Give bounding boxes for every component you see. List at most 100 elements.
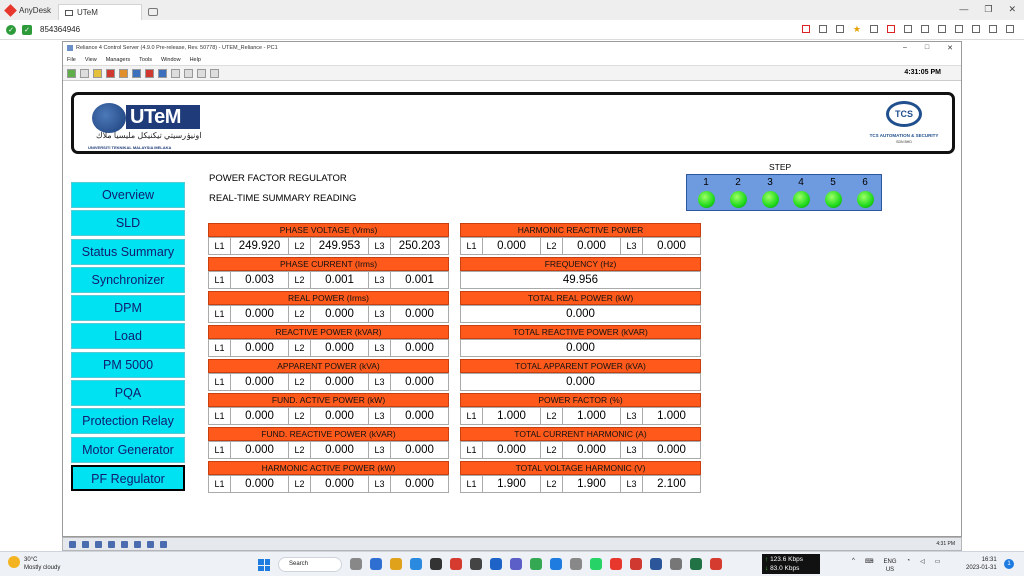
remote-app-icon[interactable]: [95, 540, 102, 548]
menu-file[interactable]: File: [67, 57, 76, 63]
remote-app-icon[interactable]: [108, 540, 115, 548]
nav-protection-relay[interactable]: Protection Relay: [71, 408, 185, 435]
settings-icon[interactable]: [210, 68, 219, 78]
remote-start-icon[interactable]: [69, 540, 76, 548]
edge-icon[interactable]: [550, 558, 562, 570]
remote-id[interactable]: 854364946: [40, 25, 80, 34]
app-icon[interactable]: [450, 558, 462, 570]
nav-motor-generator[interactable]: Motor Generator: [71, 436, 185, 463]
minimize-icon[interactable]: —: [959, 4, 968, 15]
app-icon[interactable]: [710, 558, 722, 570]
phase-label: L3: [369, 476, 391, 492]
weather-widget[interactable]: 30°C Mostly cloudy: [8, 556, 60, 572]
nav-overview[interactable]: Overview: [71, 182, 185, 208]
display-icon[interactable]: [887, 25, 895, 33]
monitor-select-icon[interactable]: [989, 25, 997, 33]
remote-app-icon[interactable]: [160, 540, 167, 548]
menu-window[interactable]: Window: [161, 57, 181, 63]
maximize-icon[interactable]: ❐: [984, 4, 992, 15]
remote-app-icon[interactable]: [147, 540, 154, 548]
panel-harmonic-reactive-power: HARMONIC REACTIVE POWER L1 0.000 L2 0.000 …: [460, 223, 701, 255]
phase-label: L1: [209, 408, 231, 424]
word-icon[interactable]: [650, 558, 662, 570]
file-explorer-icon[interactable]: [390, 558, 402, 570]
app-maximize-icon[interactable]: □: [925, 44, 929, 52]
whatsapp-icon[interactable]: [590, 558, 602, 570]
nav-status-summary[interactable]: Status Summary: [71, 238, 185, 265]
run-icon[interactable]: [67, 68, 76, 78]
file-icon[interactable]: [870, 25, 878, 33]
report-icon[interactable]: [158, 68, 167, 78]
menu-managers[interactable]: Managers: [106, 57, 130, 63]
panel-title: TOTAL REACTIVE POWER (kVAR): [460, 325, 701, 339]
keyboard-icon[interactable]: ⌨: [865, 558, 874, 574]
volume-icon[interactable]: ◁: [920, 558, 925, 574]
menu-tools[interactable]: Tools: [139, 57, 152, 63]
close-icon[interactable]: ✕: [1008, 4, 1016, 15]
nav-sld[interactable]: SLD: [71, 210, 185, 237]
chevron-up-icon[interactable]: ^: [852, 558, 855, 574]
acrobat-icon[interactable]: [630, 558, 642, 570]
chart-icon[interactable]: [132, 68, 141, 78]
print-icon[interactable]: [197, 68, 206, 78]
nav-load[interactable]: Load: [71, 323, 185, 350]
remote-app-icon[interactable]: [82, 540, 89, 548]
app-close-icon[interactable]: ✕: [947, 44, 953, 52]
hourglass-icon[interactable]: [818, 25, 827, 33]
phase-value: 250.203: [398, 240, 441, 252]
chrome-icon[interactable]: [530, 558, 542, 570]
panel-title: APPARENT POWER (kVA): [208, 359, 449, 373]
panel-values: L1 0.000 L2 0.000 L3 0.000: [208, 373, 449, 391]
outlook-icon[interactable]: [490, 558, 502, 570]
clipboard-icon[interactable]: [904, 25, 912, 33]
record-icon[interactable]: [106, 68, 115, 78]
message-icon[interactable]: [921, 25, 929, 33]
chat-icon[interactable]: [801, 25, 810, 33]
nav-pf-regulator[interactable]: PF Regulator: [71, 464, 185, 491]
alarm-icon[interactable]: [119, 68, 128, 78]
user-icon[interactable]: [171, 68, 180, 78]
windows-start-icon[interactable]: [258, 559, 270, 571]
anydesk-toolbar: ★: [801, 25, 1014, 34]
folder-icon[interactable]: [93, 68, 102, 78]
taskbar-search[interactable]: Search: [278, 557, 342, 572]
battery-icon[interactable]: ▭: [935, 558, 941, 574]
remote-app-icon[interactable]: [134, 540, 141, 548]
nav-synchronizer[interactable]: Synchronizer: [71, 266, 185, 293]
screenshot-icon[interactable]: [972, 25, 980, 33]
anydesk-session-tab[interactable]: UTeM: [58, 4, 142, 20]
app-icon[interactable]: [570, 558, 582, 570]
task-view-icon[interactable]: [350, 558, 362, 570]
app-icon[interactable]: [410, 558, 422, 570]
lightning-icon[interactable]: [938, 25, 946, 33]
keyboard-icon[interactable]: [955, 25, 963, 33]
wifi-icon[interactable]: ◔: [907, 558, 911, 574]
phase-label: L3: [369, 374, 391, 390]
lock-icon[interactable]: [184, 68, 193, 78]
menu-view[interactable]: View: [85, 57, 97, 63]
anydesk-icon[interactable]: [610, 558, 622, 570]
remote-app-icon[interactable]: [121, 540, 128, 548]
teams-icon[interactable]: [510, 558, 522, 570]
layers-icon[interactable]: [835, 25, 844, 33]
language-indicator[interactable]: ENG US: [884, 558, 897, 574]
star-icon[interactable]: ★: [853, 25, 861, 34]
app-icon[interactable]: [470, 558, 482, 570]
step-led-6: [857, 191, 874, 208]
nav-dpm[interactable]: DPM: [71, 295, 185, 322]
menu-help[interactable]: Help: [190, 57, 201, 63]
trend-icon[interactable]: [145, 68, 154, 78]
app-icon[interactable]: [670, 558, 682, 570]
app-icon[interactable]: [370, 558, 382, 570]
app-icon[interactable]: [430, 558, 442, 570]
stop-icon[interactable]: [80, 68, 89, 78]
system-clock[interactable]: 16:31 2023-01-31: [966, 556, 997, 572]
nav-pm-5000[interactable]: PM 5000: [71, 351, 185, 378]
nav-pqa[interactable]: PQA: [71, 380, 185, 407]
new-tab-icon[interactable]: [148, 8, 158, 16]
notification-badge[interactable]: 1: [1004, 559, 1014, 569]
app-minimize-icon[interactable]: –: [903, 44, 907, 52]
excel-icon[interactable]: [690, 558, 702, 570]
menu-icon[interactable]: [1006, 25, 1014, 33]
windows-taskbar: 30°C Mostly cloudy Search ↑ 123.6 Kbps ↓…: [0, 551, 1024, 576]
